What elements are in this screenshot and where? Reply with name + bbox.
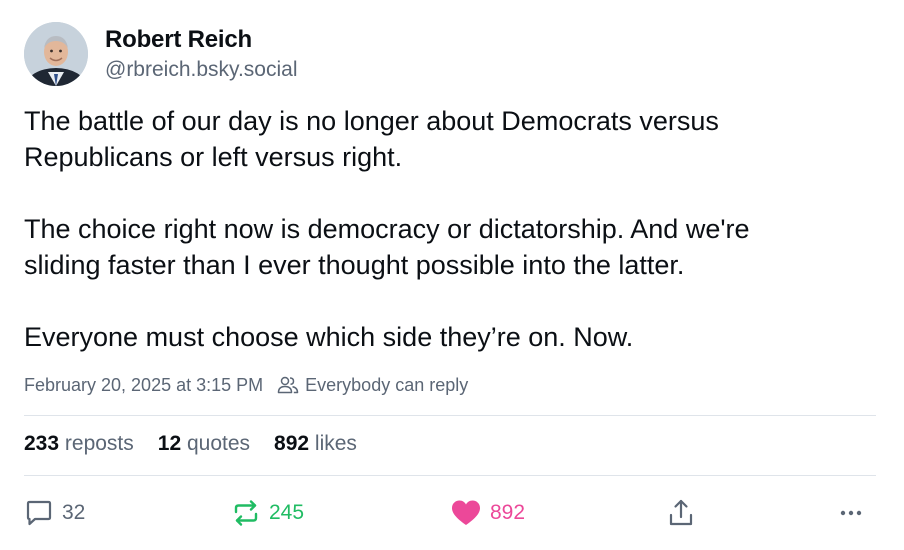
- post-line: sliding faster than I ever thought possi…: [24, 250, 685, 280]
- post-actions: 32 245 892: [24, 493, 876, 533]
- post-timestamp: February 20, 2025 at 3:15 PM: [24, 374, 264, 395]
- post-line: The choice right now is democracy or dic…: [24, 214, 750, 244]
- likes-stat[interactable]: 892 likes: [274, 432, 357, 456]
- more-options-button[interactable]: [836, 493, 874, 533]
- post-text: The battle of our day is no longer about…: [24, 103, 884, 355]
- likes-count: 892: [274, 432, 310, 455]
- divider: [24, 415, 876, 416]
- reply-setting: Everybody can reply: [277, 375, 468, 396]
- like-count: 892: [490, 501, 526, 524]
- quotes-label: quotes: [186, 432, 251, 455]
- author-name[interactable]: Robert Reich: [105, 26, 252, 54]
- post-paragraph: The choice right now is democracy or dic…: [24, 211, 884, 283]
- reposts-count: 233: [24, 432, 60, 455]
- post-line: Everyone must choose which side they’re …: [24, 322, 634, 352]
- like-button[interactable]: 892: [450, 493, 525, 533]
- repost-button[interactable]: 245: [231, 493, 304, 533]
- reply-button[interactable]: 32: [24, 493, 85, 533]
- avatar[interactable]: [24, 22, 88, 86]
- more-icon: [840, 510, 862, 516]
- reposts-label: reposts: [64, 432, 134, 455]
- heart-icon: [452, 500, 480, 525]
- repost-icon: [234, 500, 258, 526]
- quotes-stat[interactable]: 12 quotes: [158, 432, 250, 456]
- share-icon: [669, 499, 693, 526]
- repost-count: 245: [269, 501, 305, 524]
- divider: [24, 475, 876, 476]
- engagement-stats: 233 reposts 12 quotes 892 likes: [24, 432, 381, 456]
- post-paragraph: Everyone must choose which side they’re …: [24, 319, 884, 355]
- post-line: The battle of our day is no longer about…: [24, 106, 719, 136]
- people-icon: [277, 376, 299, 394]
- reply-count: 32: [62, 501, 86, 524]
- likes-label: likes: [314, 432, 357, 455]
- reply-setting-label: Everybody can reply: [305, 374, 469, 395]
- post-card: Robert Reich @rbreich.bsky.social The ba…: [0, 0, 904, 550]
- avatar-photo: [24, 22, 88, 86]
- share-button[interactable]: [668, 493, 702, 533]
- reposts-stat[interactable]: 233 reposts: [24, 432, 134, 456]
- author-handle[interactable]: @rbreich.bsky.social: [105, 58, 298, 82]
- speech-bubble-icon: [26, 500, 52, 526]
- post-meta: February 20, 2025 at 3:15 PM Everybody c…: [24, 372, 468, 398]
- post-line: Republicans or left versus right.: [24, 142, 403, 172]
- quotes-count: 12: [157, 432, 182, 455]
- post-paragraph: The battle of our day is no longer about…: [24, 103, 884, 175]
